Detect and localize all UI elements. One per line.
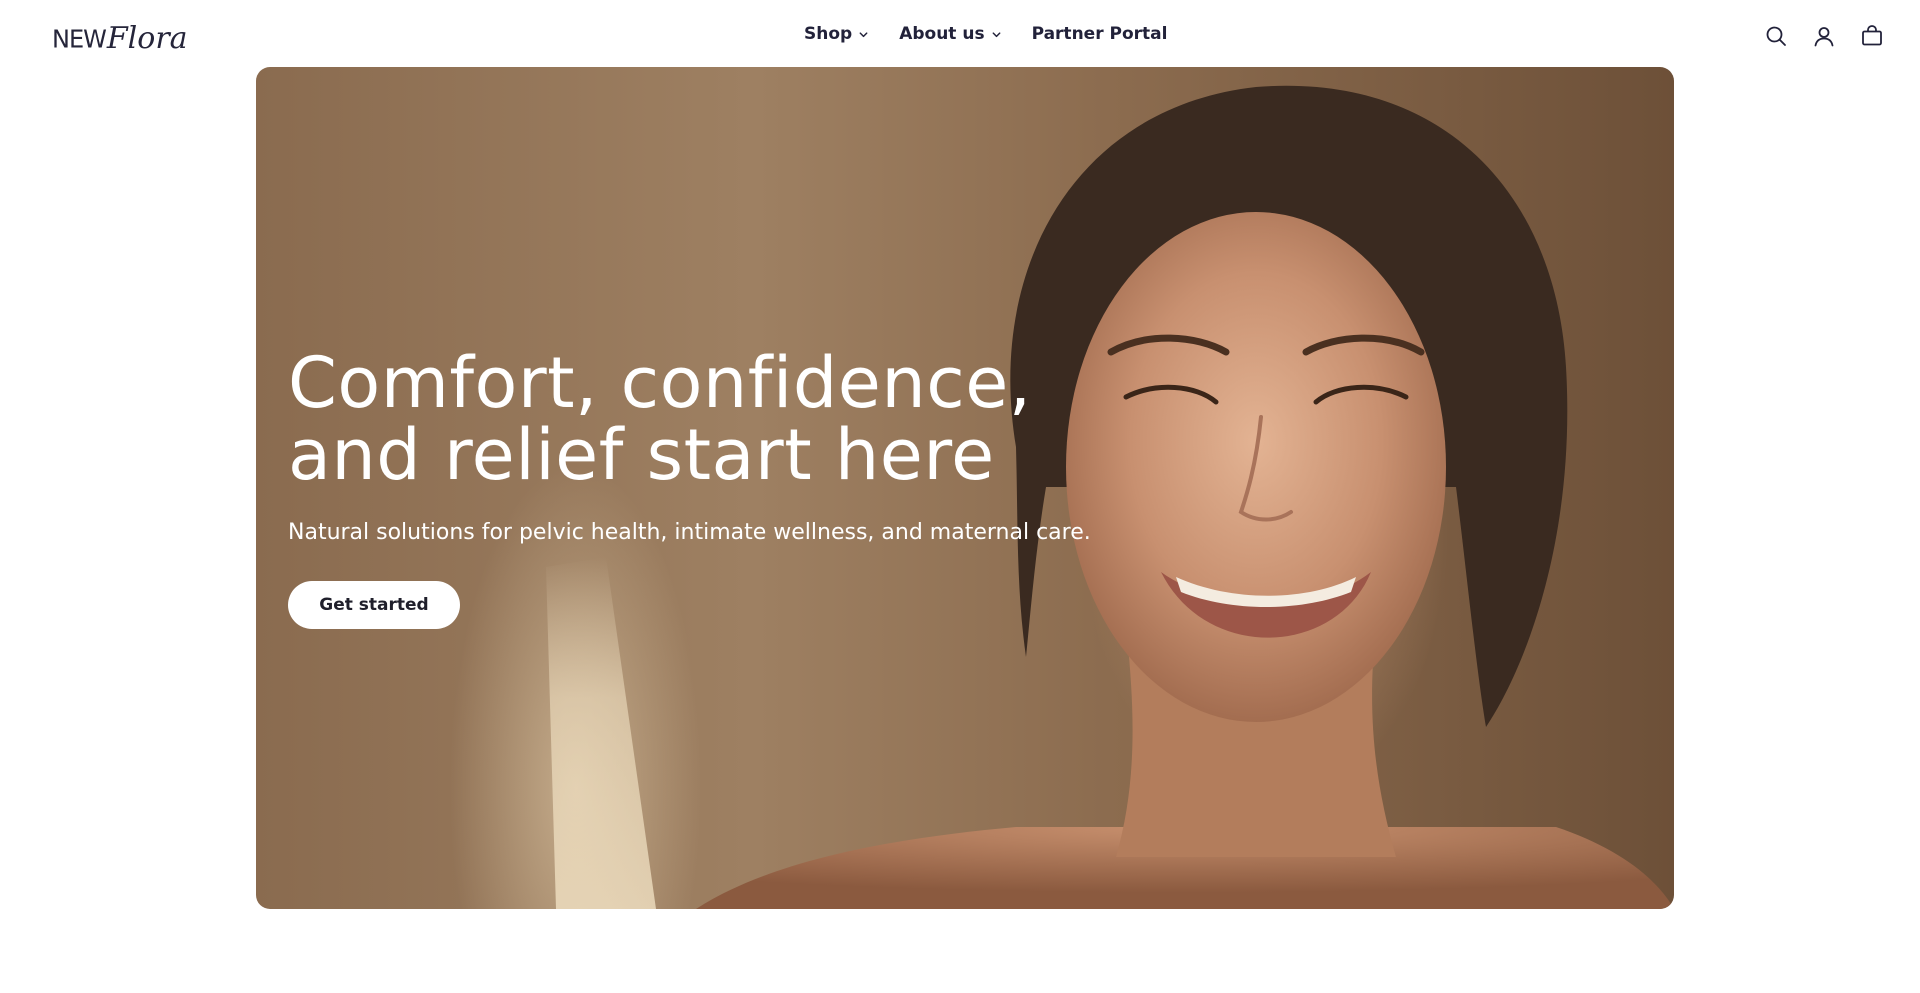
main-nav: Shop About us Partner Portal [804, 24, 1167, 44]
chevron-down-icon [992, 31, 1001, 37]
site-header: NEW Flora Shop About us Partner Portal [0, 0, 1920, 76]
nav-item-label: About us [899, 24, 985, 44]
account-icon[interactable] [1812, 24, 1836, 48]
hero-title-line-1: Comfort, confidence, [288, 342, 1032, 424]
logo-text-new: NEW [52, 24, 107, 54]
hero-title-line-2: and relief start here [288, 414, 995, 496]
nav-item-label: Partner Portal [1031, 24, 1168, 44]
hero-content: Comfort, confidence, and relief start he… [288, 347, 1091, 629]
get-started-button[interactable]: Get started [288, 581, 460, 629]
nav-item-partner-portal[interactable]: Partner Portal [1032, 24, 1168, 44]
header-actions [1764, 24, 1884, 48]
nav-item-about-us[interactable]: About us [899, 24, 1001, 44]
nav-item-label: Shop [804, 24, 853, 44]
nav-item-shop[interactable]: Shop [804, 24, 869, 44]
hero-banner: Comfort, confidence, and relief start he… [256, 67, 1674, 909]
cart-icon[interactable] [1860, 24, 1884, 48]
brand-logo[interactable]: NEW Flora [52, 16, 188, 62]
logo-text-flora: Flora [106, 20, 188, 56]
chevron-down-icon [859, 31, 868, 37]
hero-title: Comfort, confidence, and relief start he… [288, 347, 1048, 491]
hero-subtitle: Natural solutions for pelvic health, int… [288, 520, 1091, 545]
search-icon[interactable] [1764, 24, 1788, 48]
